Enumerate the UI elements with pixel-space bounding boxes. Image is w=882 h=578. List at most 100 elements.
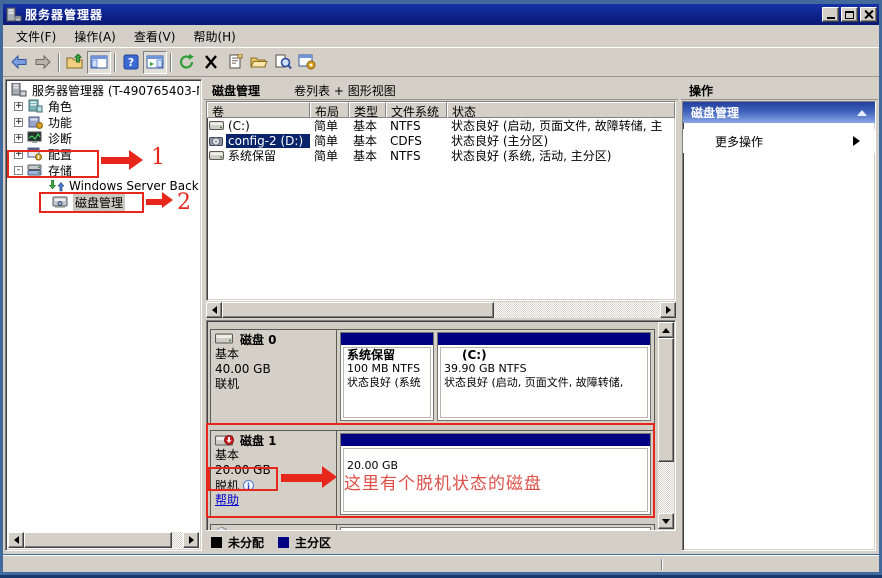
tree-item-root[interactable]: 服务器管理器 (T-490765403-ND	[8, 82, 199, 98]
disk-1-info[interactable]: 磁盘 1 基本 20.00 GB 脱机 帮助	[211, 431, 337, 517]
scroll-right-button[interactable]	[660, 302, 676, 318]
up-one-level-button[interactable]	[63, 51, 87, 74]
disk-0-row[interactable]: 磁盘 0 基本 40.00 GB 联机 系统保留 100 MB	[210, 329, 655, 424]
disk-1-row[interactable]: 磁盘 1 基本 20.00 GB 脱机 帮助	[210, 430, 655, 518]
expand-icon[interactable]: +	[14, 150, 23, 159]
tree-horizontal-scrollbar[interactable]	[8, 532, 199, 548]
tree-item-features[interactable]: + 功能	[8, 114, 199, 130]
show-action-pane-button[interactable]	[143, 51, 167, 74]
tree-item-diagnostics[interactable]: + 诊断	[8, 130, 199, 146]
collapse-group-icon[interactable]	[857, 105, 867, 116]
show-console-tree-button[interactable]	[87, 51, 111, 74]
features-icon	[27, 115, 44, 129]
collapse-icon[interactable]: -	[14, 166, 23, 175]
scrollbar-track[interactable]	[24, 532, 183, 548]
partition-size: 20.00 GB	[347, 459, 644, 473]
delete-icon	[203, 54, 219, 70]
partition-status: 状态良好 (启动, 页面文件, 故障转储,	[444, 376, 644, 390]
scroll-up-button[interactable]	[658, 322, 674, 338]
scrollbar-thumb[interactable]	[658, 338, 674, 462]
minimize-button[interactable]	[822, 7, 839, 22]
expand-icon[interactable]: +	[14, 134, 23, 143]
console-tree: 服务器管理器 (T-490765403-ND + 角色 + 功能 + 诊断	[8, 82, 199, 532]
actions-pane: 操作 磁盘管理 更多操作	[681, 77, 878, 551]
menu-view[interactable]: 查看(V)	[125, 25, 185, 48]
svg-text:?: ?	[128, 56, 134, 69]
expand-icon[interactable]: +	[14, 118, 23, 127]
partition-c[interactable]: (C:) 39.90 GB NTFS 状态良好 (启动, 页面文件, 故障转储,	[437, 332, 651, 421]
column-header-volume[interactable]: 卷	[207, 102, 310, 118]
column-header-layout[interactable]: 布局	[310, 102, 349, 118]
tree-item-windows-server-backup[interactable]: Windows Server Backup	[8, 178, 199, 194]
scrollbar-thumb[interactable]	[222, 302, 494, 318]
help-button[interactable]: ?	[119, 51, 143, 74]
refresh-button[interactable]	[175, 51, 199, 74]
cdrom-0-info[interactable]: CD-ROM 0	[211, 525, 337, 530]
volume-list-horizontal-scrollbar[interactable]	[206, 302, 676, 318]
scrollbar-thumb[interactable]	[24, 532, 172, 548]
actions-title: 操作	[689, 82, 713, 99]
close-button[interactable]	[860, 7, 877, 22]
close-icon	[864, 10, 873, 19]
column-header-status[interactable]: 状态	[447, 102, 675, 118]
volume-row-c[interactable]: (C:) 简单 基本 NTFS 状态良好 (启动, 页面文件, 故障转储, 主	[207, 118, 675, 133]
actions-group-disk-management[interactable]: 磁盘管理	[683, 102, 875, 123]
toolbar-separator	[114, 53, 116, 72]
left-arrow-icon	[208, 306, 217, 314]
titlebar[interactable]: 服务器管理器	[3, 4, 879, 25]
partition-legend: 未分配 主分区	[206, 533, 676, 551]
help-icon: ?	[123, 54, 139, 70]
scroll-left-button[interactable]	[8, 532, 24, 548]
diagnostics-icon	[27, 131, 44, 145]
scrollbar-track[interactable]	[658, 338, 674, 513]
left-arrow-icon	[10, 536, 19, 544]
open-folder-button[interactable]	[247, 51, 271, 74]
primary-partition-bar	[438, 333, 650, 345]
disk-icon	[215, 332, 233, 348]
forward-button[interactable]	[31, 51, 55, 74]
tree-item-disk-management[interactable]: 磁盘管理	[8, 194, 199, 210]
volume-row-config2-selected[interactable]: config-2 (D:) 简单 基本 CDFS 状态良好 (主分区)	[207, 133, 675, 148]
tree-item-roles[interactable]: + 角色	[8, 98, 199, 114]
column-header-filesystem[interactable]: 文件系统	[386, 102, 447, 118]
info-icon[interactable]	[243, 480, 254, 491]
legend-unallocated-label: 未分配	[228, 534, 264, 551]
tree-item-label: Windows Server Backup	[69, 179, 199, 193]
disk-name: CD-ROM 0	[236, 528, 304, 531]
snapin-about-button[interactable]	[295, 51, 319, 74]
graphical-view-vertical-scrollbar[interactable]	[658, 322, 674, 529]
volume-row-system-reserved[interactable]: 系统保留 简单 基本 NTFS 状态良好 (系统, 活动, 主分区)	[207, 148, 675, 163]
back-icon	[10, 54, 28, 70]
more-actions-item[interactable]: 更多操作	[683, 129, 875, 153]
properties-icon	[226, 54, 244, 70]
help-link[interactable]: 帮助	[215, 493, 239, 507]
scroll-left-button[interactable]	[206, 302, 222, 318]
volume-name: (C:)	[226, 119, 310, 133]
column-header-type[interactable]: 类型	[349, 102, 386, 118]
legend-primary-label: 主分区	[295, 534, 331, 551]
tree-item-configuration[interactable]: + 配置	[8, 146, 199, 162]
partition-size: 39.90 GB NTFS	[444, 362, 644, 376]
disk-0-info[interactable]: 磁盘 0 基本 40.00 GB 联机	[211, 330, 337, 423]
show-console-tree-icon	[90, 54, 108, 70]
partition-system-reserved[interactable]: 系统保留 100 MB NTFS 状态良好 (系统	[340, 332, 434, 421]
scroll-down-button[interactable]	[658, 513, 674, 529]
roles-icon	[27, 99, 44, 113]
scroll-right-button[interactable]	[183, 532, 199, 548]
find-button[interactable]	[271, 51, 295, 74]
disk-kind: 基本	[215, 347, 332, 362]
maximize-button[interactable]	[841, 7, 858, 22]
menu-help[interactable]: 帮助(H)	[184, 25, 244, 48]
tree-item-storage[interactable]: - 存储	[8, 162, 199, 178]
scrollbar-track[interactable]	[222, 302, 660, 318]
properties-button[interactable]	[223, 51, 247, 74]
forward-icon	[34, 54, 52, 70]
cdrom-0-row[interactable]: CD-ROM 0	[210, 524, 655, 530]
delete-button[interactable]	[199, 51, 223, 74]
expand-icon[interactable]: +	[14, 102, 23, 111]
menu-action[interactable]: 操作(A)	[65, 25, 125, 48]
back-button[interactable]	[7, 51, 31, 74]
volume-list: 卷 布局 类型 文件系统 状态 (C:) 简单 基本 NTFS 状态良好 (启动…	[206, 101, 676, 301]
menu-file[interactable]: 文件(F)	[7, 25, 65, 48]
disk-1-unpartitioned-region[interactable]: 20.00 GB	[340, 433, 651, 515]
